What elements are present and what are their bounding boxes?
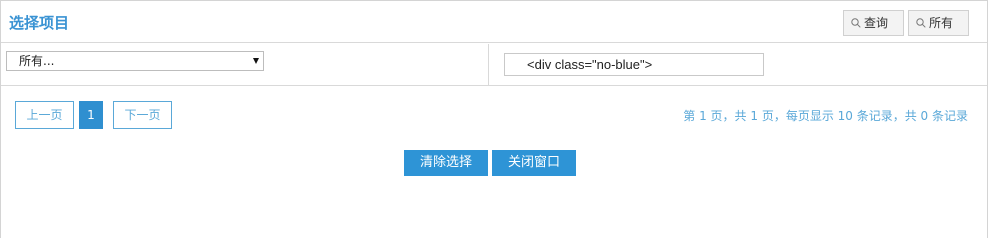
panel-title: 选择项目 — [9, 14, 70, 32]
show-all-button-label: 所有 — [929, 16, 954, 30]
dropdown-arrow-icon — [253, 58, 259, 64]
next-page-button[interactable]: 下一页 — [113, 101, 172, 129]
search-icon — [851, 18, 861, 28]
filter-row: 所有... <div class="no-blue"> — [1, 44, 987, 86]
close-window-button[interactable]: 关闭窗口 — [492, 150, 576, 176]
clear-selection-button[interactable]: 清除选择 — [404, 150, 488, 176]
pagination-summary: 第 1 页，共 1 页，每页显示 10 条记录，共 0 条记录 — [683, 109, 968, 123]
search-icon — [916, 18, 926, 28]
panel-header: 选择项目 查询 所有 — [1, 1, 987, 43]
category-select[interactable]: 所有... — [6, 51, 264, 71]
filter-divider — [488, 44, 489, 86]
show-all-button[interactable]: 所有 — [908, 10, 969, 36]
current-page-button[interactable]: 1 — [79, 101, 103, 129]
prev-page-button[interactable]: 上一页 — [15, 101, 74, 129]
select-project-panel: 选择项目 查询 所有 所有... <div class="no-blue"> 上… — [0, 0, 988, 238]
query-button[interactable]: 查询 — [843, 10, 904, 36]
query-button-label: 查询 — [864, 16, 889, 30]
search-input[interactable]: <div class="no-blue"> — [504, 53, 764, 76]
category-select-value: 所有... — [19, 54, 55, 68]
